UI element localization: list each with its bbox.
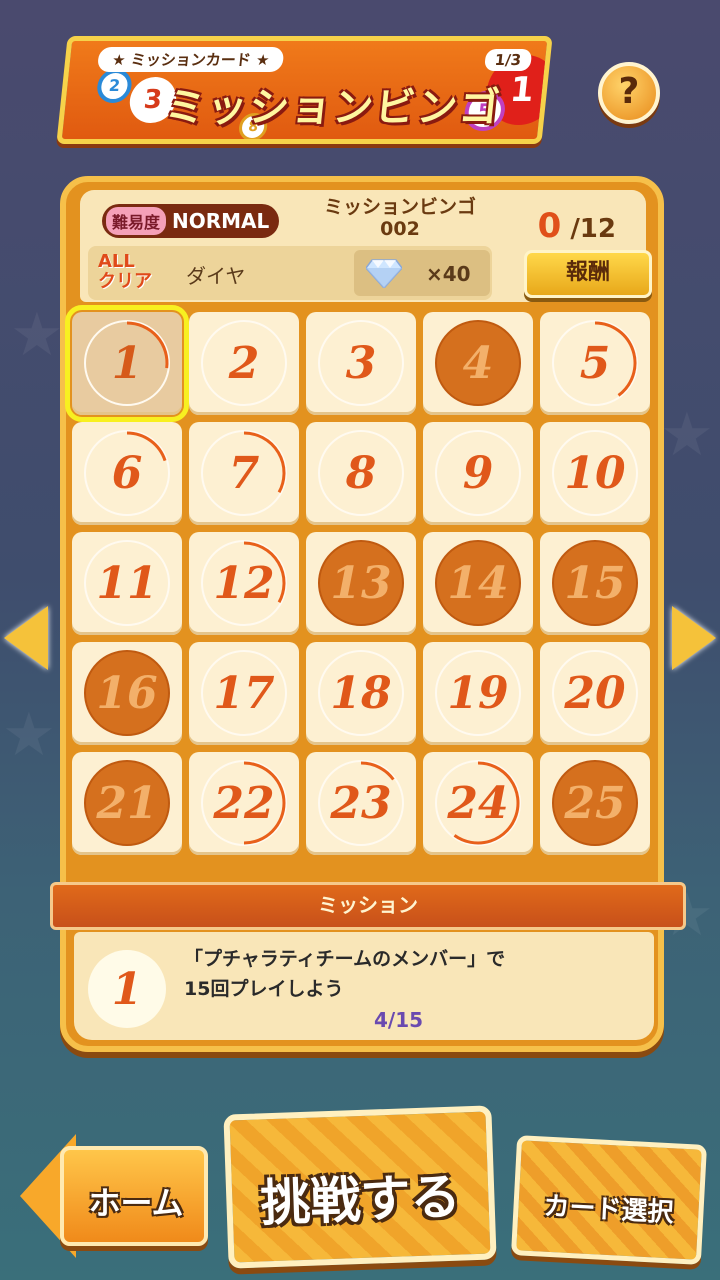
home-button[interactable]: ホーム xyxy=(20,1126,210,1258)
cleared-total: /12 xyxy=(570,214,616,244)
bingo-cell-5[interactable]: 5 xyxy=(540,312,650,415)
bingo-cell-18[interactable]: 18 xyxy=(306,642,416,745)
bingo-cell-number: 3 xyxy=(345,338,377,389)
bingo-cell-24[interactable]: 24 xyxy=(423,752,533,855)
bingo-cell-14[interactable]: 14 xyxy=(423,532,533,635)
bingo-cell-number: 22 xyxy=(213,778,275,829)
difficulty-badge: 難易度 NORMAL xyxy=(102,204,280,238)
bingo-cell-number: 15 xyxy=(564,558,626,609)
bingo-cell-number: 23 xyxy=(330,778,392,829)
bingo-cell-23[interactable]: 23 xyxy=(306,752,416,855)
bingo-cell-21[interactable]: 21 xyxy=(72,752,182,855)
card-page-indicator: 1/3 xyxy=(483,49,533,71)
background-star: ★ xyxy=(2,700,56,770)
card-select-button-label: カード選択 xyxy=(542,1191,675,1229)
bingo-cell-number: 21 xyxy=(96,778,158,829)
bingo-cell-number: 8 xyxy=(345,448,377,499)
bingo-cell-number: 11 xyxy=(96,558,158,609)
bingo-cell-number: 25 xyxy=(564,778,626,829)
bingo-cell-number: 19 xyxy=(447,668,509,719)
mission-panel: 1 「プチャラティチームのメンバー」で 15回プレイしよう 4/15 xyxy=(74,932,654,1040)
bingo-cell-22[interactable]: 22 xyxy=(189,752,299,855)
bingo-cell-number: 17 xyxy=(213,668,275,719)
home-button-label: ホーム xyxy=(88,1184,184,1222)
bingo-cell-number: 6 xyxy=(111,448,143,499)
mission-header: ミッション xyxy=(50,882,686,930)
bingo-cell-number: 7 xyxy=(228,448,260,499)
bingo-cell-2[interactable]: 2 xyxy=(189,312,299,415)
bingo-cell-number: 1 xyxy=(111,338,143,389)
bingo-cell-25[interactable]: 25 xyxy=(540,752,650,855)
reward-button[interactable]: 報酬 xyxy=(524,250,652,298)
reward-count: ×40 xyxy=(426,262,471,286)
next-card-arrow-icon[interactable] xyxy=(672,606,716,670)
bingo-cell-17[interactable]: 17 xyxy=(189,642,299,745)
mission-progress: 4/15 xyxy=(374,1008,424,1032)
bingo-cell-number: 4 xyxy=(462,338,494,389)
question-icon: ? xyxy=(618,71,640,112)
bingo-cell-number: 9 xyxy=(462,448,494,499)
bingo-name: ミッションビンゴ 002 xyxy=(323,196,476,240)
reward-name: ダイヤ xyxy=(186,264,246,288)
mission-bingo-banner: 1 2 3 5 8 ★ ミッションカード ★ ミッションビンゴ 1/3 xyxy=(56,36,553,144)
card-select-button[interactable]: カード選択 xyxy=(510,1135,708,1265)
bingo-cell-10[interactable]: 10 xyxy=(540,422,650,525)
bingo-cell-20[interactable]: 20 xyxy=(540,642,650,745)
previous-card-arrow-icon[interactable] xyxy=(4,606,48,670)
bingo-info-panel: 難易度 NORMAL ミッションビンゴ 002 0 /12 ALL クリア ダイ… xyxy=(80,190,652,302)
bingo-cell-number: 2 xyxy=(228,338,260,389)
bingo-cell-16[interactable]: 16 xyxy=(72,642,182,745)
difficulty-value: NORMAL xyxy=(172,209,270,233)
challenge-button-label: 挑戦する xyxy=(259,1167,462,1233)
bingo-cell-9[interactable]: 9 xyxy=(423,422,533,525)
background-star: ★ xyxy=(10,300,64,370)
bingo-cell-19[interactable]: 19 xyxy=(423,642,533,745)
all-clear-label: ALL クリア xyxy=(98,251,152,292)
bingo-ball: 2 xyxy=(95,69,134,103)
bingo-cell-number: 14 xyxy=(447,558,509,609)
bingo-grid: 1 2 3 4 5 6 7 8 9 10 11 12 13 14 15 16 17 18 19 20 21 22 23 24 2… xyxy=(65,305,656,855)
bingo-cell-8[interactable]: 8 xyxy=(306,422,416,525)
all-clear-reward-row: ALL クリア ダイヤ ×40 xyxy=(88,246,492,300)
cleared-count: 0 /12 xyxy=(538,206,616,246)
help-button[interactable]: ? xyxy=(598,62,660,124)
bingo-card: 難易度 NORMAL ミッションビンゴ 002 0 /12 ALL クリア ダイ… xyxy=(50,176,686,1052)
reward-item: ×40 xyxy=(354,250,490,296)
bingo-cell-11[interactable]: 11 xyxy=(72,532,182,635)
bingo-cell-number: 12 xyxy=(213,558,275,609)
bingo-cell-3[interactable]: 3 xyxy=(306,312,416,415)
bingo-cell-number: 20 xyxy=(564,668,626,719)
mission-description: 「プチャラティチームのメンバー」で 15回プレイしよう xyxy=(184,948,506,1000)
mission-number: 1 xyxy=(88,950,166,1028)
background-star: ★ xyxy=(660,400,714,470)
bingo-cell-12[interactable]: 12 xyxy=(189,532,299,635)
mission-card-subtitle: ★ ミッションカード ★ xyxy=(96,47,285,72)
difficulty-label: 難易度 xyxy=(106,207,167,235)
bingo-cell-1[interactable]: 1 xyxy=(65,305,189,422)
bingo-cell-number: 10 xyxy=(564,448,626,499)
bingo-cell-4[interactable]: 4 xyxy=(423,312,533,415)
bingo-cell-number: 18 xyxy=(330,668,392,719)
bingo-cell-7[interactable]: 7 xyxy=(189,422,299,525)
challenge-button[interactable]: 挑戦する xyxy=(223,1105,497,1269)
bingo-cell-6[interactable]: 6 xyxy=(72,422,182,525)
bingo-cell-number: 13 xyxy=(330,558,392,609)
bingo-cell-number: 24 xyxy=(447,778,509,829)
bingo-cell-15[interactable]: 15 xyxy=(540,532,650,635)
bingo-cell-number: 5 xyxy=(579,338,611,389)
bingo-cell-number: 16 xyxy=(96,668,158,719)
cleared-value: 0 xyxy=(537,206,562,246)
bingo-cell-13[interactable]: 13 xyxy=(306,532,416,635)
diamond-icon xyxy=(366,259,402,288)
page-title: ミッションビンゴ xyxy=(162,85,504,131)
